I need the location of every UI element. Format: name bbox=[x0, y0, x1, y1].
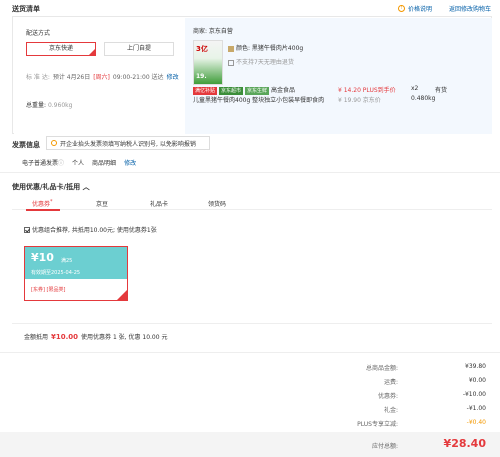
summary-value-gift: -¥1.00 bbox=[466, 405, 486, 412]
page-title: 送货清单 bbox=[12, 5, 40, 13]
summary-label-plus: PLUS专享立减: bbox=[357, 421, 398, 428]
selected-check-icon bbox=[117, 290, 127, 300]
coupon-summary-amount: ¥10.00 bbox=[51, 333, 79, 341]
tab-jingdou[interactable]: 京豆 bbox=[96, 199, 108, 208]
jd-express-label: 京东快递 bbox=[48, 45, 73, 52]
modify-delivery-link[interactable]: 修改 bbox=[167, 72, 179, 81]
invoice-title: 发票信息 bbox=[12, 141, 40, 149]
coupon-card[interactable]: ¥10 满25 有效期至2025-04-25 [东券] [限品类] bbox=[24, 246, 128, 301]
total-label: 应付总额: bbox=[371, 443, 398, 450]
variant-label: 颜色: 黑猪午餐肉片400g bbox=[236, 45, 304, 52]
product-image[interactable]: 3亿 19. bbox=[193, 40, 223, 85]
modify-invoice-link[interactable]: 修改 bbox=[124, 158, 136, 167]
seller-name: 商家: 京东自营 bbox=[193, 28, 233, 35]
coupons-title[interactable]: 使用优惠/礼品卡/抵用 ︿ bbox=[12, 182, 90, 192]
back-to-cart-link[interactable]: 返回修改购物车 bbox=[449, 4, 491, 13]
coupons-title-label: 使用优惠/礼品卡/抵用 bbox=[12, 183, 81, 191]
product-pane: 商家: 京东自营 3亿 19. 颜色: 黑猪午餐肉片400g 不支持7天无理由退… bbox=[185, 18, 492, 134]
tab-redeem-code[interactable]: 领货码 bbox=[208, 199, 226, 208]
product-weight: 0.480kg bbox=[411, 95, 436, 102]
coupon-condition: 满25 bbox=[61, 258, 73, 264]
no-return-icon bbox=[228, 59, 234, 66]
selected-corner-icon bbox=[89, 49, 95, 55]
variant-swatch-icon bbox=[228, 45, 234, 52]
invoice-type-label: 电子普通发票 bbox=[22, 160, 59, 167]
divider bbox=[12, 323, 492, 324]
product-variant: 颜色: 黑猪午餐肉片400g bbox=[228, 43, 303, 52]
product-name-link[interactable]: 儿童黑猪午餐肉400g 整块独立小包装早餐即食肉 bbox=[193, 95, 324, 104]
shipping-method-pane: 配送方式 京东快递 上门自提 标 准 达: 预计 4月26日 [周六] 09:0… bbox=[14, 18, 185, 134]
combo-checkbox[interactable] bbox=[24, 226, 30, 233]
invoice-type: 电子普通发票ⓘ bbox=[22, 158, 64, 167]
product-tags: 满亿补贴 京东超市 京东生鲜 高金食品 bbox=[193, 85, 295, 95]
coupon-amount: ¥10 bbox=[31, 251, 54, 264]
summary-label-gift: 礼金: bbox=[383, 407, 398, 414]
bulb-icon bbox=[51, 140, 57, 146]
coupon-expiry: 有效期至2025-04-25 bbox=[31, 270, 81, 276]
tab-coupons-label: 优惠券 bbox=[32, 201, 51, 208]
weight-value: 0.960kg bbox=[47, 102, 73, 109]
help-icon[interactable]: ⓘ bbox=[58, 160, 64, 167]
invoice-person: 个人 bbox=[72, 160, 85, 167]
delivery-range: 09:00-21:00 送达 bbox=[112, 74, 164, 81]
invoice-tip-text: 开企业抬头发票须填写纳税人识别号, 以免影响报销 bbox=[60, 140, 196, 148]
summary-value-shipping: ¥0.00 bbox=[468, 377, 486, 384]
product-plus-price: ¥ 14.20 PLUS到手价 bbox=[338, 87, 396, 94]
tab-gift-card[interactable]: 礼品卡 bbox=[150, 199, 168, 208]
tag-supermarket: 京东超市 bbox=[219, 87, 244, 95]
coupon-tabs: 优惠券* 京豆 礼品卡 领货码 bbox=[12, 196, 492, 211]
tag-fresh: 京东生鲜 bbox=[245, 87, 270, 95]
coupon-summary-text: 使用优惠券 1 张, 优惠 10.00 元 bbox=[81, 334, 168, 341]
shipping-method-label: 配送方式 bbox=[26, 30, 51, 37]
tag-subsidy: 满亿补贴 bbox=[193, 87, 218, 95]
delivery-time-label: 标 准 达: bbox=[26, 74, 50, 81]
product-quantity: x2 bbox=[411, 85, 419, 92]
delivery-weekday: [周六] bbox=[93, 74, 110, 81]
coupon-summary: 金额抵用 ¥10.00 使用优惠券 1 张, 优惠 10.00 元 bbox=[24, 332, 167, 341]
section-header: 送货清单 ! 价格说明 返回修改购物车 bbox=[0, 0, 500, 16]
brand-name: 高金食品 bbox=[271, 87, 296, 94]
summary-value-goods: ¥39.80 bbox=[465, 363, 486, 370]
delivery-date: 预计 4月26日 bbox=[52, 74, 91, 81]
total-weight: 总重量: 0.960kg bbox=[26, 100, 72, 109]
summary-value-coupon: -¥10.00 bbox=[462, 391, 486, 398]
tab-coupons[interactable]: 优惠券* bbox=[32, 199, 53, 208]
chevron-up-icon: ︿ bbox=[82, 183, 90, 191]
summary-label-coupon: 优惠券: bbox=[377, 393, 398, 400]
product-image-badge: 3亿 bbox=[196, 45, 208, 53]
summary-label-shipping: 运费: bbox=[383, 379, 398, 386]
product-jd-price: ¥ 19.90 京东价 bbox=[338, 97, 381, 104]
price-info-label: 价格说明 bbox=[408, 6, 433, 13]
jd-express-button[interactable]: 京东快递 bbox=[26, 42, 96, 56]
info-icon: ! bbox=[398, 5, 405, 12]
divider bbox=[0, 352, 500, 353]
invoice-tip: 开企业抬头发票须填写纳税人识别号, 以免影响报销 bbox=[46, 136, 210, 150]
shipping-box: 配送方式 京东快递 上门自提 标 准 达: 预计 4月26日 [周六] 09:0… bbox=[12, 16, 492, 134]
pickup-label: 上门自提 bbox=[126, 45, 151, 52]
total-bar: 应付总额: ¥28.40 bbox=[0, 432, 500, 457]
coupon-card-top: ¥10 满25 有效期至2025-04-25 bbox=[25, 247, 127, 279]
summary-label-goods: 总商品金额: bbox=[365, 365, 398, 372]
coupon-summary-label: 金额抵用 bbox=[24, 334, 49, 341]
product-image-price: 19. bbox=[196, 73, 207, 80]
pickup-button[interactable]: 上门自提 bbox=[104, 42, 174, 56]
combo-option-label: 优惠组合推荐, 共抵用10.00元; 使用优惠券1张 bbox=[32, 227, 157, 234]
product-stock: 有货 bbox=[435, 87, 448, 94]
active-tab-underline bbox=[26, 209, 60, 211]
coupon-tags: [东券] [限品类] bbox=[31, 287, 66, 293]
tab-coupons-mark: * bbox=[50, 199, 53, 205]
total-value: ¥28.40 bbox=[443, 437, 486, 450]
no-return-notice: 不支持7天无理由退货 bbox=[228, 57, 294, 66]
summary-value-plus: -¥0.40 bbox=[466, 419, 486, 426]
invoice-details: 电子普通发票ⓘ 个人 商品明细 修改 bbox=[22, 158, 136, 167]
no-return-label: 不支持7天无理由退货 bbox=[236, 59, 294, 66]
divider bbox=[0, 172, 500, 173]
weight-label: 总重量: bbox=[26, 102, 47, 109]
invoice-detail: 商品明细 bbox=[92, 160, 117, 167]
coupon-combo-option[interactable]: 优惠组合推荐, 共抵用10.00元; 使用优惠券1张 bbox=[24, 225, 157, 234]
price-info-link[interactable]: ! 价格说明 bbox=[398, 4, 432, 13]
delivery-time: 标 准 达: 预计 4月26日 [周六] 09:00-21:00 送达 修改 bbox=[26, 72, 179, 81]
